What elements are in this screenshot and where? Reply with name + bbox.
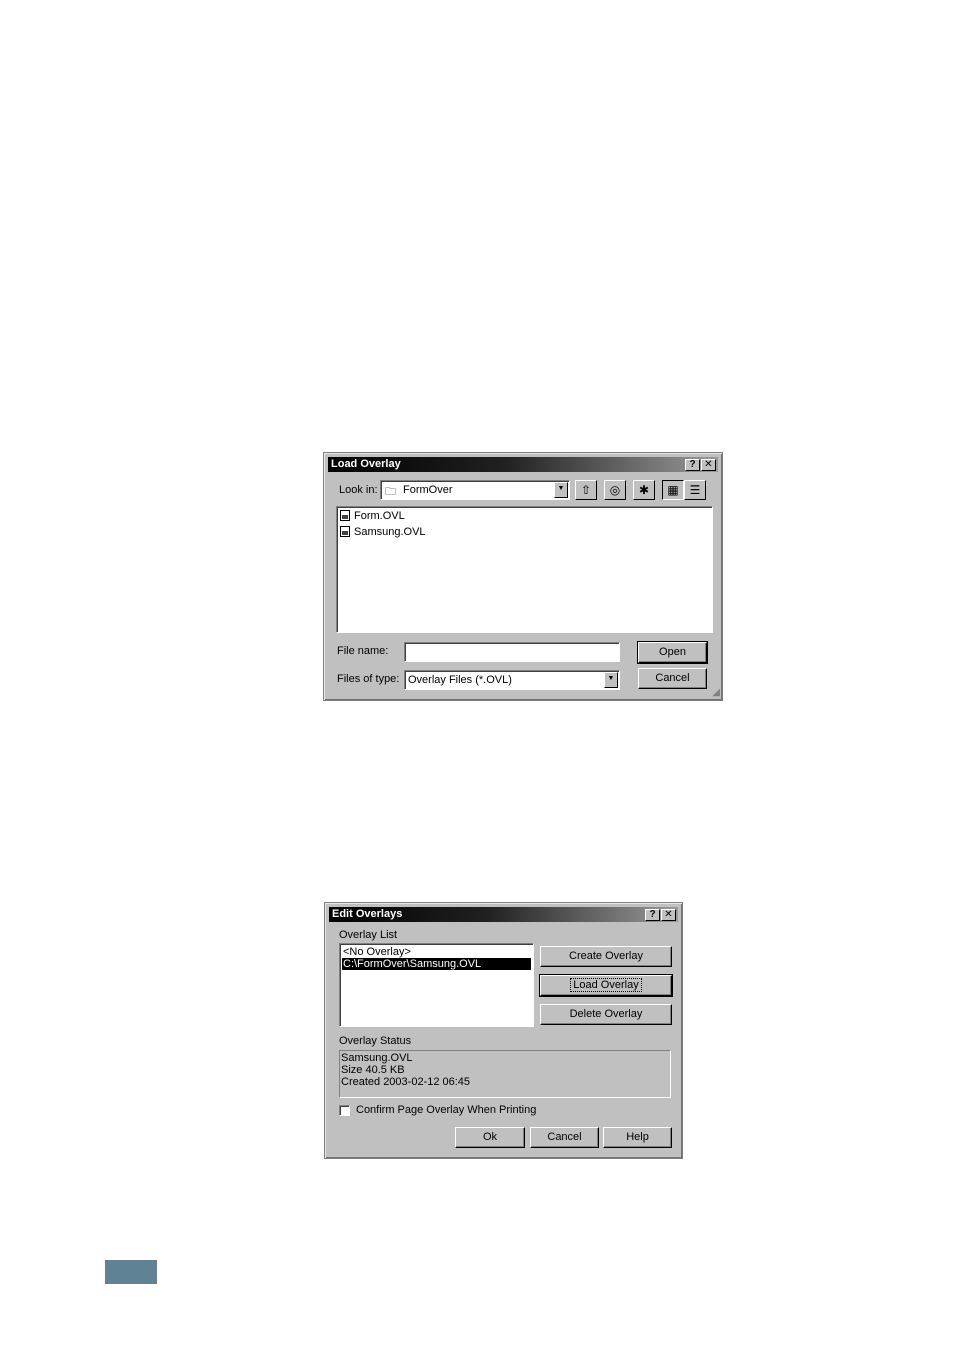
file-name-field[interactable]	[404, 642, 620, 662]
list-item[interactable]: Samsung.OVL	[340, 526, 426, 538]
folder-icon: 🗀	[385, 486, 396, 498]
list-item[interactable]: Form.OVL	[340, 510, 405, 522]
cancel-button[interactable]: Cancel	[638, 668, 707, 689]
create-overlay-button[interactable]: Create Overlay	[540, 946, 672, 967]
chevron-down-icon[interactable]: ▼	[554, 482, 568, 498]
edit-overlays-titlebar[interactable]: Edit Overlays ? ✕	[329, 907, 678, 922]
create-overlay-label: Create Overlay	[569, 950, 643, 962]
file-icon	[340, 526, 350, 537]
open-label: Open	[659, 646, 686, 658]
status-created: Created 2003-02-12 06:45	[341, 1076, 471, 1088]
page-footer-tab	[105, 1260, 157, 1284]
files-of-type-select[interactable]: Overlay Files (*.OVL) ▼	[404, 670, 620, 690]
details-view-icon: ☰	[689, 483, 701, 497]
look-in-value: FormOver	[403, 484, 453, 496]
overlay-list-label: Overlay List	[339, 929, 398, 941]
list-item[interactable]: C:\FormOver\Samsung.OVL	[342, 958, 531, 970]
list-view-icon: ▦	[667, 483, 679, 497]
overlay-status-label: Overlay Status	[339, 1035, 412, 1047]
file-name-label: File name:	[337, 645, 389, 657]
list-view-button[interactable]: ▦	[662, 480, 684, 500]
details-view-button[interactable]: ☰	[684, 480, 706, 500]
file-icon	[340, 510, 350, 521]
overlay-item-label: C:\FormOver\Samsung.OVL	[343, 958, 482, 970]
delete-overlay-button[interactable]: Delete Overlay	[540, 1004, 672, 1025]
help-button[interactable]: Help	[603, 1127, 672, 1148]
edit-overlays-dialog: Edit Overlays ? ✕ Overlay List <No Overl…	[324, 902, 683, 1159]
desktop-icon: ◎	[609, 483, 621, 497]
overlay-item-label: <No Overlay>	[343, 946, 411, 958]
ok-label: Ok	[482, 1131, 498, 1143]
load-overlay-dialog: Load Overlay ? ✕ Look in: 🗀 FormOver ▼ ⇧…	[323, 452, 723, 701]
file-name-text: Samsung.OVL	[354, 526, 426, 538]
up-folder-icon: ⇧	[580, 483, 592, 497]
file-name-text: Form.OVL	[354, 510, 405, 522]
up-folder-button[interactable]: ⇧	[575, 480, 597, 500]
confirm-overlay-checkbox[interactable]	[339, 1105, 350, 1116]
new-folder-icon: ✱	[638, 483, 650, 497]
confirm-overlay-label[interactable]: Confirm Page Overlay When Printing	[356, 1104, 536, 1117]
new-folder-button[interactable]: ✱	[633, 480, 655, 500]
close-title-button[interactable]: ✕	[701, 459, 716, 471]
list-item[interactable]: <No Overlay>	[342, 946, 531, 958]
files-of-type-label: Files of type:	[337, 673, 400, 685]
overlay-list[interactable]: <No Overlay> C:\FormOver\Samsung.OVL	[339, 943, 534, 1027]
status-file-name: Samsung.OVL	[341, 1052, 413, 1064]
file-list[interactable]: Form.OVL Samsung.OVL	[336, 506, 713, 633]
ok-button[interactable]: Ok	[455, 1127, 525, 1148]
cancel-button[interactable]: Cancel	[530, 1127, 599, 1148]
files-of-type-value: Overlay Files (*.OVL)	[408, 674, 512, 686]
help-title-button[interactable]: ?	[685, 459, 700, 471]
look-in-combo[interactable]: 🗀 FormOver ▼	[380, 480, 570, 500]
help-title-button[interactable]: ?	[645, 909, 660, 921]
look-in-label: Look in:	[339, 484, 378, 496]
load-overlay-title: Load Overlay	[331, 458, 401, 470]
cancel-label: Cancel	[547, 1131, 582, 1143]
desktop-button[interactable]: ◎	[604, 480, 626, 500]
load-overlay-label: Load Overlay	[570, 978, 642, 992]
chevron-down-icon[interactable]: ▼	[604, 672, 618, 688]
cancel-label: Cancel	[655, 672, 690, 684]
help-label: Help	[626, 1131, 649, 1143]
overlay-status-box: Samsung.OVL Size 40.5 KB Created 2003-02…	[339, 1050, 671, 1098]
load-overlay-titlebar[interactable]: Load Overlay ? ✕	[328, 457, 718, 472]
resize-grip-icon[interactable]: ◢	[712, 687, 720, 698]
status-size: Size 40.5 KB	[341, 1064, 405, 1076]
delete-overlay-label: Delete Overlay	[569, 1008, 643, 1020]
edit-overlays-title: Edit Overlays	[332, 908, 403, 920]
load-overlay-button[interactable]: Load Overlay	[539, 974, 673, 997]
close-title-button[interactable]: ✕	[661, 909, 676, 921]
open-button[interactable]: Open	[637, 641, 708, 664]
